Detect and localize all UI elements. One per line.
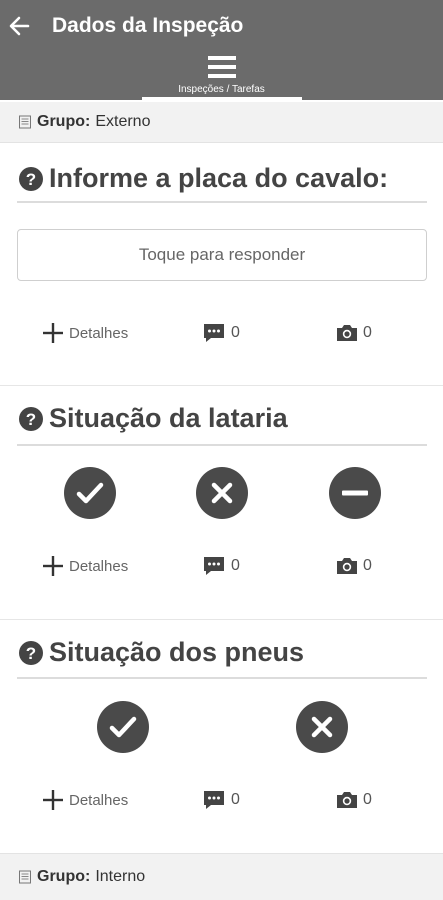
menu-tab-label[interactable]: Inspeções / Tarefas: [0, 84, 443, 95]
document-icon: [19, 870, 31, 884]
photos-count: 0: [363, 324, 372, 341]
back-arrow-icon[interactable]: [6, 12, 34, 40]
document-icon: [19, 115, 31, 129]
help-icon[interactable]: ?: [18, 406, 44, 432]
camera-icon: [337, 792, 357, 808]
divider-line: [17, 201, 427, 203]
comments-button[interactable]: 0: [202, 785, 240, 815]
divider-line: [17, 444, 427, 446]
comments-count: 0: [231, 324, 240, 341]
question-text: Informe a placa do cavalo:: [49, 163, 389, 193]
group-header-externo: Grupo: Externo: [0, 102, 443, 143]
app-header: Dados da Inspeção Inspeções / Tarefas: [0, 0, 443, 100]
question-actions: Detalhes 0 0: [0, 785, 443, 815]
question-actions: Detalhes 0 0: [0, 551, 443, 581]
x-icon[interactable]: [195, 466, 249, 520]
comments-count: 0: [231, 557, 240, 574]
x-icon[interactable]: [295, 700, 349, 754]
help-icon[interactable]: ?: [18, 166, 44, 192]
question-title: ? Informe a placa do cavalo:: [18, 163, 388, 194]
photos-button[interactable]: 0: [335, 551, 372, 581]
minus-icon[interactable]: [328, 466, 382, 520]
check-icon[interactable]: [96, 700, 150, 754]
plus-icon: [43, 323, 63, 343]
section-divider: [0, 385, 443, 386]
details-button[interactable]: Detalhes: [42, 318, 128, 348]
help-icon[interactable]: ?: [18, 640, 44, 666]
group-label: Grupo:: [37, 113, 91, 130]
menu-icon[interactable]: [206, 53, 238, 81]
comment-icon: [204, 791, 224, 809]
details-label: Detalhes: [69, 557, 129, 575]
details-label: Detalhes: [69, 791, 129, 809]
camera-icon: [337, 558, 357, 574]
question-actions: Detalhes 0 0: [0, 318, 443, 348]
group-label: Grupo:: [37, 868, 91, 885]
question-text: Situação dos pneus: [49, 637, 305, 667]
photos-button[interactable]: 0: [335, 318, 372, 348]
photos-count: 0: [363, 791, 372, 808]
comments-count: 0: [231, 791, 240, 808]
comment-icon: [204, 557, 224, 575]
answer-input[interactable]: Toque para responder: [17, 229, 427, 281]
details-label: Detalhes: [69, 324, 129, 342]
check-icon[interactable]: [63, 466, 117, 520]
details-button[interactable]: Detalhes: [42, 785, 128, 815]
svg-text:?: ?: [26, 170, 36, 189]
group-name: Interno: [95, 868, 146, 885]
page-title: Dados da Inspeção: [52, 14, 244, 37]
active-tab-indicator: [142, 97, 302, 100]
comments-button[interactable]: 0: [202, 551, 240, 581]
question-title: ? Situação da lataria: [18, 403, 288, 434]
camera-icon: [337, 325, 357, 341]
photos-count: 0: [363, 557, 372, 574]
comments-button[interactable]: 0: [202, 318, 240, 348]
question-title: ? Situação dos pneus: [18, 637, 304, 668]
section-divider: [0, 619, 443, 620]
divider-line: [17, 677, 427, 679]
comment-icon: [204, 324, 224, 342]
photos-button[interactable]: 0: [335, 785, 372, 815]
group-header-interno: Grupo: Interno: [0, 853, 443, 900]
plus-icon: [43, 790, 63, 810]
svg-text:?: ?: [26, 644, 36, 663]
plus-icon: [43, 556, 63, 576]
group-name: Externo: [95, 113, 151, 130]
svg-text:?: ?: [26, 410, 36, 429]
details-button[interactable]: Detalhes: [42, 551, 128, 581]
question-text: Situação da lataria: [49, 403, 288, 433]
